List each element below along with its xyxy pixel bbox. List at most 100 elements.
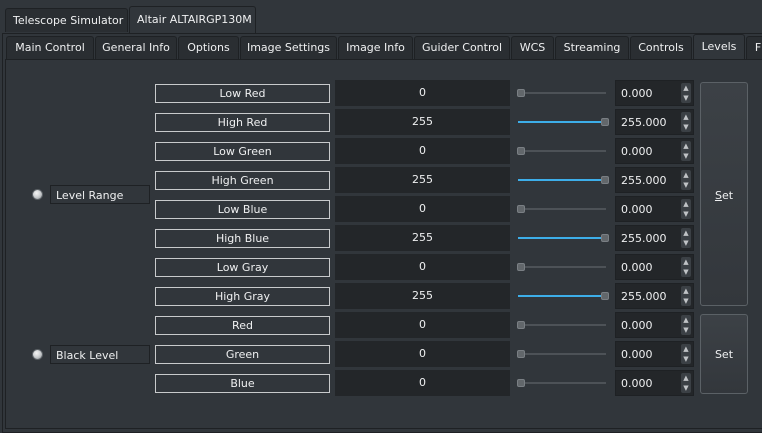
set-button-label-rest: et [721,189,734,202]
chevron-up-icon[interactable]: ▲ [681,286,691,296]
value-slider[interactable] [515,138,611,164]
element-label: Low Gray [155,258,330,277]
tab-f[interactable]: F [746,36,762,59]
tab-streaming[interactable]: Streaming [555,36,629,59]
element-label: Low Red [155,84,330,103]
chevron-up-icon[interactable]: ▲ [681,112,691,122]
chevron-up-icon[interactable]: ▲ [681,83,691,93]
tab-telescope-simulator[interactable]: Telescope Simulator [5,8,128,32]
value-spinbox[interactable]: 255.000 ▲ ▼ [615,283,694,309]
element-label: High Red [155,113,330,132]
slider-handle[interactable] [601,118,609,126]
slider-handle[interactable] [517,147,525,155]
chevron-down-icon[interactable]: ▼ [681,238,691,248]
value-spinbox[interactable]: 255.000 ▲ ▼ [615,109,694,135]
current-value: 0 [335,138,510,164]
tab-label: Options [187,41,230,54]
chevron-down-icon[interactable]: ▼ [681,122,691,132]
element-label: High Blue [155,229,330,248]
value-spinbox[interactable]: 255.000 ▲ ▼ [615,167,694,193]
slider-handle[interactable] [601,176,609,184]
current-value: 0 [335,196,510,222]
tab-label: Image Info [346,41,405,54]
level-range-status-light [32,189,43,200]
tab-image-settings[interactable]: Image Settings [240,36,337,59]
value-spinbox[interactable]: 0.000 ▲ ▼ [615,80,694,106]
value-spinbox[interactable]: 0.000 ▲ ▼ [615,196,694,222]
spin-value: 0.000 [621,87,653,100]
tab-levels[interactable]: Levels [693,34,745,60]
spin-value: 0.000 [621,377,653,390]
value-slider[interactable] [515,283,611,309]
tab-main-control[interactable]: Main Control [6,36,94,59]
slider-handle[interactable] [517,205,525,213]
tab-guider-control[interactable]: Guider Control [414,36,510,59]
value-spinbox[interactable]: 0.000 ▲ ▼ [615,341,694,367]
tab-general-info[interactable]: General Info [95,36,177,59]
black-level-set-button[interactable]: Set [700,314,748,394]
value-spinbox[interactable]: 255.000 ▲ ▼ [615,225,694,251]
element-label: Green [155,345,330,364]
slider-handle[interactable] [517,263,525,271]
slider-handle[interactable] [517,379,525,387]
value-spinbox[interactable]: 0.000 ▲ ▼ [615,312,694,338]
value-slider[interactable] [515,370,611,396]
tab-label: Image Settings [246,41,331,54]
tab-label: Telescope Simulator [13,14,124,27]
chevron-up-icon[interactable]: ▲ [681,344,691,354]
chevron-up-icon[interactable]: ▲ [681,170,691,180]
spin-value: 0.000 [621,203,653,216]
level-range-set-button[interactable]: Set [700,82,748,306]
chevron-down-icon[interactable]: ▼ [681,180,691,190]
spin-value: 255.000 [621,232,667,245]
spin-value: 255.000 [621,174,667,187]
chevron-down-icon[interactable]: ▼ [681,209,691,219]
set-mnemonic: S [714,189,722,202]
chevron-down-icon[interactable]: ▼ [681,151,691,161]
tab-wcs[interactable]: WCS [511,36,554,59]
tab-options[interactable]: Options [178,36,239,59]
tab-label: Controls [638,41,684,54]
chevron-up-icon[interactable]: ▲ [681,373,691,383]
value-spinbox[interactable]: 0.000 ▲ ▼ [615,254,694,280]
value-spinbox[interactable]: 0.000 ▲ ▼ [615,138,694,164]
value-slider[interactable] [515,167,611,193]
element-label: Low Blue [155,200,330,219]
chevron-up-icon[interactable]: ▲ [681,199,691,209]
slider-handle[interactable] [517,321,525,329]
chevron-up-icon[interactable]: ▲ [681,257,691,267]
value-slider[interactable] [515,196,611,222]
tab-controls[interactable]: Controls [630,36,692,59]
value-slider[interactable] [515,254,611,280]
chevron-down-icon[interactable]: ▼ [681,383,691,393]
slider-handle[interactable] [601,234,609,242]
current-value: 0 [335,370,510,396]
chevron-up-icon[interactable]: ▲ [681,141,691,151]
black-level-label: Black Level [50,345,150,364]
tab-altair-camera[interactable]: Altair ALTAIRGP130M [129,6,256,34]
chevron-down-icon[interactable]: ▼ [681,354,691,364]
element-label: Blue [155,374,330,393]
chevron-down-icon[interactable]: ▼ [681,267,691,277]
value-slider[interactable] [515,80,611,106]
element-label: High Gray [155,287,330,306]
tab-label: Streaming [563,41,621,54]
slider-handle[interactable] [517,89,525,97]
chevron-down-icon[interactable]: ▼ [681,93,691,103]
value-slider[interactable] [515,225,611,251]
element-label: Red [155,316,330,335]
chevron-down-icon[interactable]: ▼ [681,296,691,306]
slider-handle[interactable] [517,350,525,358]
chevron-down-icon[interactable]: ▼ [681,325,691,335]
current-value: 0 [335,80,510,106]
chevron-up-icon[interactable]: ▲ [681,228,691,238]
value-slider[interactable] [515,109,611,135]
chevron-up-icon[interactable]: ▲ [681,315,691,325]
current-value: 255 [335,109,510,135]
current-value: 255 [335,167,510,193]
value-spinbox[interactable]: 0.000 ▲ ▼ [615,370,694,396]
value-slider[interactable] [515,312,611,338]
tab-image-info[interactable]: Image Info [338,36,413,59]
value-slider[interactable] [515,341,611,367]
slider-handle[interactable] [601,292,609,300]
